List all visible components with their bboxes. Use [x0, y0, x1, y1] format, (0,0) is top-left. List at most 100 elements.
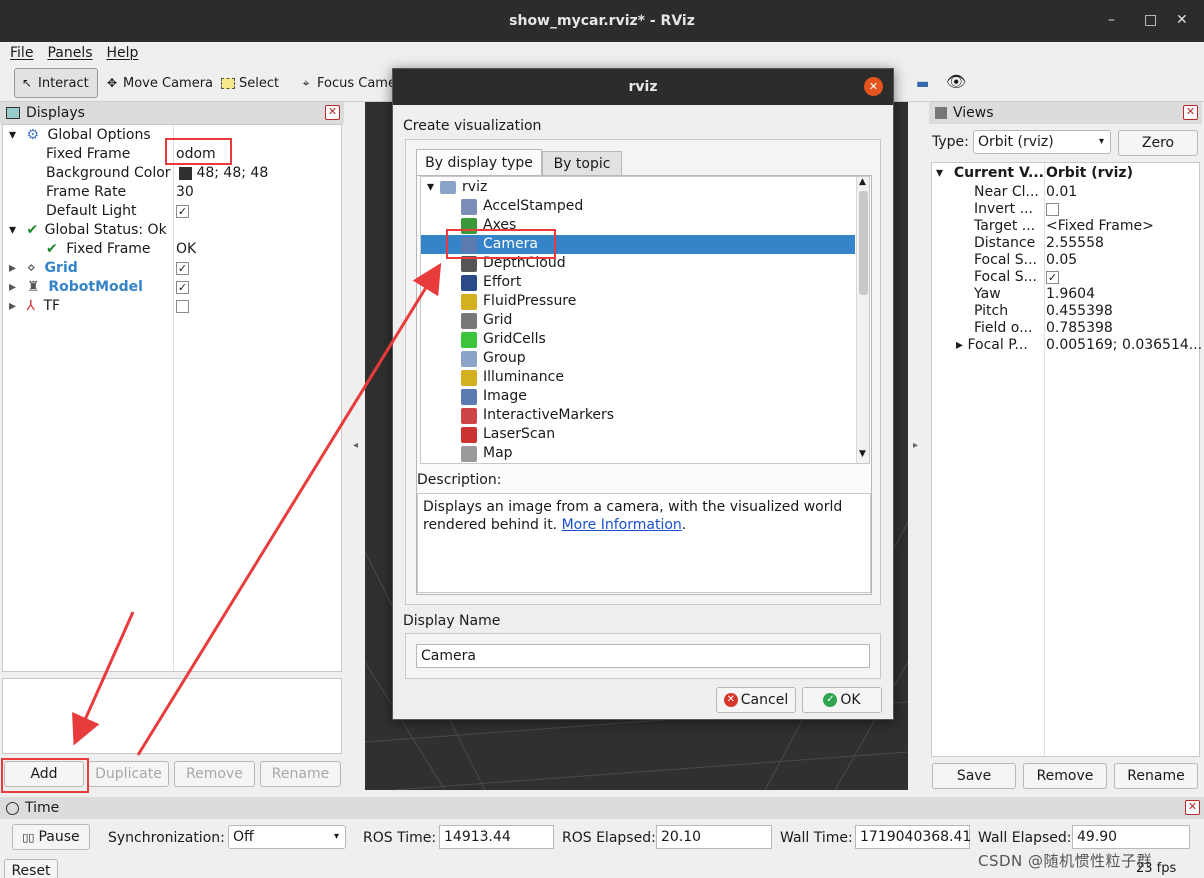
menu-panels[interactable]: Panels: [47, 45, 92, 61]
sync-value: Off: [233, 829, 254, 845]
duplicate-button[interactable]: Duplicate: [88, 761, 169, 787]
more-info-link[interactable]: More Information: [562, 517, 682, 533]
list-scrollbar[interactable]: ▲ ▼: [856, 177, 869, 463]
close-icon[interactable]: ✕: [1183, 105, 1198, 120]
move-icon: ✥: [106, 76, 118, 90]
tab-by-display-type[interactable]: By display type: [416, 149, 542, 175]
tab-by-topic[interactable]: By topic: [542, 151, 622, 175]
gridcells-icon: [461, 331, 477, 348]
grid-checkbox[interactable]: ✓: [176, 259, 189, 278]
measure-icon[interactable]: ▬: [916, 76, 929, 92]
frame-rate-value[interactable]: 30: [176, 183, 194, 202]
views-rename-button[interactable]: Rename: [1114, 763, 1198, 789]
pause-button[interactable]: ▯▯ Pause: [12, 824, 90, 850]
display-name-input[interactable]: Camera: [416, 644, 870, 668]
scroll-up-icon[interactable]: ▲: [859, 177, 866, 187]
sync-label: Synchronization:: [108, 830, 225, 846]
view-prop-key: Focal S...: [974, 269, 1037, 285]
robotmodel-checkbox[interactable]: ✓: [176, 278, 189, 297]
annotation-box-fixed-frame: [165, 138, 232, 165]
scroll-down-icon[interactable]: ▼: [859, 449, 866, 459]
splitter-left-icon[interactable]: ◂: [353, 440, 358, 451]
clock-icon: [6, 801, 19, 815]
display-name-label: Display Name: [403, 613, 501, 629]
global-status-row[interactable]: ▾ ✔ Global Status: Ok: [9, 221, 167, 240]
robotmodel-display-row[interactable]: ▸ ♜ RobotModel: [9, 278, 143, 297]
move-camera-tool[interactable]: ✥ Move Camera: [100, 68, 218, 98]
views-remove-button[interactable]: Remove: [1023, 763, 1107, 789]
view-prop-value[interactable]: 0.005169; 0.036514...: [1046, 336, 1202, 355]
views-tree: ▾ Current V... Orbit (rviz) Near Cl... 0.…: [931, 162, 1202, 757]
close-icon[interactable]: ✕: [1185, 800, 1200, 815]
display-type-item-map[interactable]: Map: [461, 444, 513, 463]
zero-button[interactable]: Zero: [1118, 130, 1198, 156]
bg-color-value[interactable]: 48; 48; 48: [179, 164, 268, 183]
fluidpressure-icon: [461, 293, 477, 310]
dialog-titlebar: rviz: [393, 69, 893, 105]
cancel-button[interactable]: ✕ Cancel: [716, 687, 796, 713]
minimize-button[interactable]: –: [1108, 12, 1115, 28]
tf-checkbox[interactable]: [176, 297, 189, 316]
display-type-item-accelstamped[interactable]: AccelStamped: [461, 197, 583, 216]
views-save-button[interactable]: Save: [932, 763, 1016, 789]
time-title: Time: [25, 800, 60, 816]
check-icon: ✔: [46, 241, 58, 257]
display-type-label: Map: [483, 445, 513, 461]
remove-button[interactable]: Remove: [174, 761, 255, 787]
ros-time-field[interactable]: 14913.44: [439, 825, 554, 849]
display-type-label: AccelStamped: [483, 198, 584, 214]
display-type-label: Grid: [483, 312, 513, 328]
ok-button[interactable]: ✓ OK: [802, 687, 882, 713]
grid-icon: ⋄: [26, 260, 36, 276]
display-type-item-effort[interactable]: Effort: [461, 273, 521, 292]
group-icon: [461, 350, 477, 367]
grid-icon: [461, 312, 477, 329]
splitter-right-icon[interactable]: ▸: [913, 440, 918, 451]
tf-display-row[interactable]: ▸ ⅄ TF: [9, 297, 60, 316]
view-prop-key: Distance: [974, 235, 1036, 251]
reset-button[interactable]: Reset: [4, 859, 58, 878]
current-view-row[interactable]: ▾ Current V...: [936, 164, 1044, 183]
menu-help[interactable]: Help: [107, 45, 139, 61]
chevron-down-icon: ▾: [1098, 136, 1104, 147]
display-type-label: GridCells: [483, 331, 546, 347]
rename-button[interactable]: Rename: [260, 761, 341, 787]
chevron-down-icon: ▾: [427, 179, 435, 195]
cancel-label: Cancel: [740, 692, 789, 708]
checkbox[interactable]: [1046, 202, 1059, 216]
wall-time-field[interactable]: 1719040368.41: [855, 825, 971, 849]
wall-elapsed-field[interactable]: 49.90: [1072, 825, 1190, 849]
global-options-row[interactable]: ▾ ⚙ Global Options: [9, 126, 151, 145]
display-type-item-fluidpressure[interactable]: FluidPressure: [461, 292, 576, 311]
maximize-button[interactable]: □: [1144, 12, 1157, 28]
default-light-checkbox[interactable]: ✓: [176, 202, 189, 221]
view-type-select[interactable]: Orbit (rviz) ▾: [973, 130, 1111, 154]
grid-display-row[interactable]: ▸ ⋄ Grid: [9, 259, 78, 278]
move-camera-label: Move Camera: [123, 75, 214, 91]
display-type-item-gridcells[interactable]: GridCells: [461, 330, 546, 349]
view-prop-key: Field o...: [974, 320, 1033, 336]
checkbox[interactable]: ✓: [1046, 270, 1059, 284]
display-type-item-group[interactable]: Group: [461, 349, 526, 368]
display-type-item-illuminance[interactable]: Illuminance: [461, 368, 564, 387]
interact-label: Interact: [38, 75, 89, 91]
description-box: Displays an image from a camera, with th…: [417, 493, 871, 593]
root-item[interactable]: ▾ rviz: [427, 178, 487, 197]
display-type-item-image[interactable]: Image: [461, 387, 527, 406]
select-tool[interactable]: Select: [216, 68, 284, 98]
interact-tool[interactable]: ↖ Interact: [14, 68, 98, 98]
scroll-thumb[interactable]: [859, 191, 868, 295]
display-help-area: [2, 678, 342, 754]
close-icon[interactable]: ✕: [325, 105, 340, 120]
ros-elapsed-label: ROS Elapsed:: [562, 830, 656, 846]
display-type-item-interactivemarkers[interactable]: InteractiveMarkers: [461, 406, 614, 425]
display-type-item-grid[interactable]: Grid: [461, 311, 512, 330]
eye-icon[interactable]: 👁: [946, 72, 966, 91]
view-prop-key: Yaw: [974, 286, 1001, 302]
display-type-item-laserscan[interactable]: LaserScan: [461, 425, 555, 444]
sync-select[interactable]: Off ▾: [228, 825, 346, 849]
dialog-close-icon[interactable]: ✕: [864, 77, 883, 96]
ros-elapsed-field[interactable]: 20.10: [656, 825, 772, 849]
menu-file[interactable]: File: [10, 45, 33, 61]
close-button[interactable]: ✕: [1176, 12, 1188, 28]
